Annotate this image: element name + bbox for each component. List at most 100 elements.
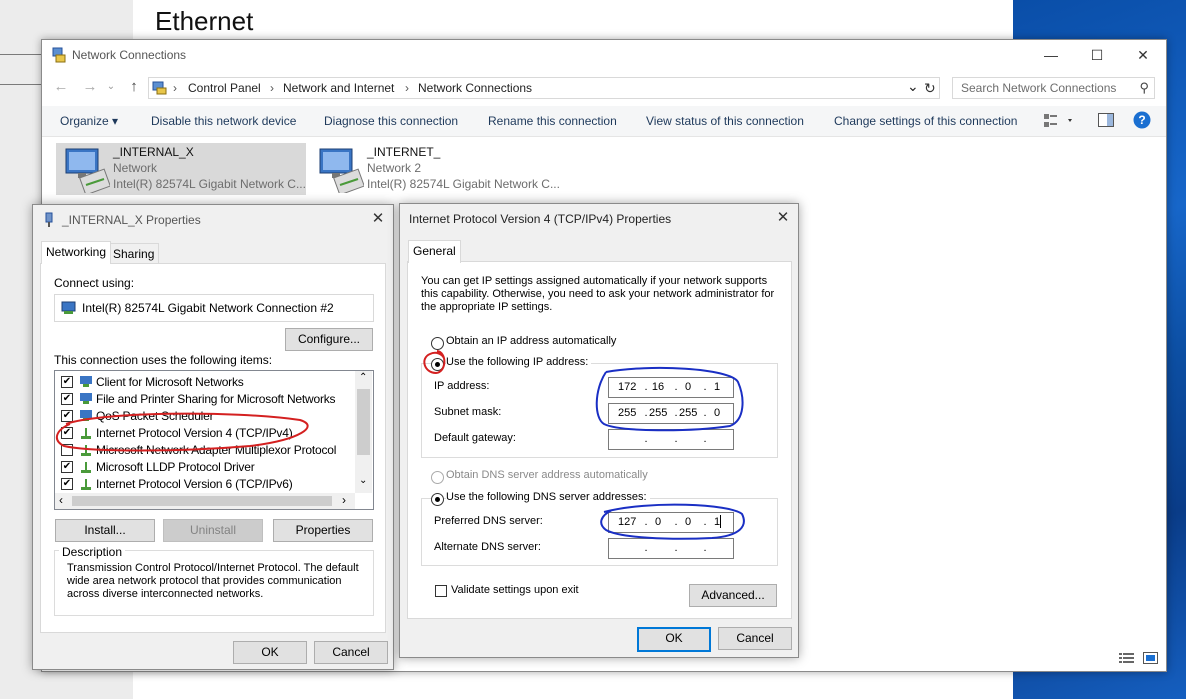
horizontal-scrollbar[interactable]: ‹ › bbox=[55, 493, 355, 509]
close-button[interactable]: ✕ bbox=[1120, 40, 1166, 70]
item-checkbox[interactable]: ✔ bbox=[61, 478, 73, 490]
item-checkbox[interactable]: ✔ bbox=[61, 410, 73, 422]
use-following-dns-radio[interactable] bbox=[431, 493, 444, 506]
item-checkbox[interactable]: ✔ bbox=[61, 376, 73, 388]
adapter-internal-x[interactable]: _INTERNAL_X Network Intel(R) 82574L Giga… bbox=[56, 143, 306, 196]
use-following-dns-label[interactable]: Use the following DNS server addresses: bbox=[446, 491, 650, 503]
item-checkbox[interactable]: ✔ bbox=[61, 393, 73, 405]
change-settings-button[interactable]: Change settings of this connection bbox=[834, 114, 1017, 128]
recent-chevron-icon[interactable]: ⌄ bbox=[100, 81, 122, 101]
view-status-button[interactable]: View status of this connection bbox=[646, 114, 804, 128]
alternate-dns-field[interactable]: . . . bbox=[608, 538, 734, 559]
breadcrumb-separator-icon: › bbox=[405, 81, 409, 95]
network-adapter-icon bbox=[314, 145, 365, 196]
control-panel-icon bbox=[152, 80, 168, 99]
obtain-dns-auto-label: Obtain DNS server address automatically bbox=[446, 469, 648, 481]
address-bar[interactable]: › Control Panel › Network and Internet ›… bbox=[148, 77, 940, 99]
octet: 1 bbox=[713, 516, 721, 528]
up-arrow-icon[interactable]: ↑ bbox=[123, 78, 145, 98]
connect-using-field: Intel(R) 82574L Gigabit Network Connecti… bbox=[54, 294, 374, 322]
breadcrumb-network-connections[interactable]: Network Connections bbox=[418, 81, 532, 95]
scroll-left-icon[interactable]: ‹ bbox=[59, 493, 63, 507]
obtain-ip-auto-radio[interactable] bbox=[431, 337, 444, 350]
item-label: File and Printer Sharing for Microsoft N… bbox=[96, 392, 336, 406]
adapter-device: Intel(R) 82574L Gigabit Network C... bbox=[367, 177, 560, 191]
use-following-ip-label[interactable]: Use the following IP address: bbox=[446, 356, 592, 368]
adapter-network: Network 2 bbox=[367, 161, 422, 175]
adapter-internet[interactable]: _INTERNET_ Network 2 Intel(R) 82574L Gig… bbox=[310, 143, 560, 196]
configure-button[interactable]: Configure... bbox=[285, 328, 373, 351]
details-view-icon[interactable] bbox=[1119, 652, 1135, 667]
items-label: This connection uses the following items… bbox=[54, 353, 273, 367]
ok-button[interactable]: OK bbox=[637, 627, 711, 652]
properties-button[interactable]: Properties bbox=[273, 519, 373, 542]
item-checkbox[interactable]: ✔ bbox=[61, 461, 73, 473]
octet-separator: . bbox=[703, 542, 707, 554]
octet-separator: . bbox=[644, 433, 648, 445]
close-button[interactable]: ✕ bbox=[366, 209, 390, 229]
alternate-dns-label: Alternate DNS server: bbox=[434, 541, 541, 553]
minimize-button[interactable]: — bbox=[1028, 40, 1074, 70]
scrollbar-thumb[interactable] bbox=[72, 496, 332, 506]
cancel-button[interactable]: Cancel bbox=[314, 641, 388, 664]
rename-button[interactable]: Rename this connection bbox=[488, 114, 617, 128]
vertical-scrollbar[interactable]: ⌃ ⌄ bbox=[355, 371, 372, 493]
breadcrumb-network-and-internet[interactable]: Network and Internet bbox=[283, 81, 394, 95]
breadcrumb-separator-icon: › bbox=[270, 81, 274, 95]
network-connections-icon bbox=[51, 47, 67, 66]
gateway-field[interactable]: . . . bbox=[608, 429, 734, 450]
description-text: Transmission Control Protocol/Internet P… bbox=[67, 562, 359, 600]
help-icon[interactable]: ? bbox=[1133, 111, 1151, 132]
cancel-button[interactable]: Cancel bbox=[718, 627, 792, 650]
octet: 0 bbox=[684, 516, 692, 528]
use-following-ip-radio[interactable] bbox=[431, 358, 444, 371]
protocol-icon bbox=[79, 477, 94, 494]
item-checkbox[interactable]: ✔ bbox=[61, 427, 73, 439]
validate-label[interactable]: Validate settings upon exit bbox=[451, 584, 579, 596]
tab-sharing[interactable]: Sharing bbox=[108, 243, 160, 264]
uninstall-button: Uninstall bbox=[163, 519, 263, 542]
forward-arrow-icon[interactable]: → bbox=[79, 78, 101, 98]
scroll-right-icon[interactable]: › bbox=[342, 493, 346, 507]
item-checkbox[interactable] bbox=[61, 444, 73, 456]
scroll-down-icon[interactable]: ⌄ bbox=[359, 475, 367, 486]
subnet-mask-field[interactable]: 255. 255. 255. 0 bbox=[608, 403, 734, 424]
search-input[interactable]: Search Network Connections ⚲ bbox=[952, 77, 1155, 99]
diagnose-button[interactable]: Diagnose this connection bbox=[324, 114, 458, 128]
view-options-icon[interactable] bbox=[1044, 113, 1074, 132]
close-button[interactable]: ✕ bbox=[771, 208, 795, 228]
maximize-button[interactable]: ☐ bbox=[1074, 40, 1120, 70]
breadcrumb-separator-icon: › bbox=[173, 81, 177, 95]
text-cursor bbox=[720, 515, 721, 528]
tab-networking[interactable]: Networking bbox=[41, 241, 112, 264]
obtain-ip-auto-label[interactable]: Obtain an IP address automatically bbox=[446, 335, 616, 347]
preferred-dns-label: Preferred DNS server: bbox=[434, 515, 543, 527]
preview-pane-icon[interactable] bbox=[1098, 113, 1114, 130]
tab-general[interactable]: General bbox=[408, 240, 461, 263]
adapter-properties-dialog: _INTERNAL_X Properties ✕ Networking Shar… bbox=[32, 204, 394, 670]
svg-text:?: ? bbox=[1138, 113, 1145, 127]
title-bar[interactable]: Network Connections — ☐ ✕ bbox=[42, 40, 1166, 70]
validate-checkbox[interactable] bbox=[435, 585, 447, 597]
preferred-dns-field[interactable]: 127. 0. 0. 1 bbox=[608, 512, 734, 533]
ip-address-field[interactable]: 172. 16. 0. 1 bbox=[608, 377, 734, 398]
advanced-button[interactable]: Advanced... bbox=[689, 584, 777, 607]
scrollbar-thumb[interactable] bbox=[357, 389, 370, 455]
ok-button[interactable]: OK bbox=[233, 641, 307, 664]
organize-menu[interactable]: Organize ▾ bbox=[60, 114, 118, 128]
back-arrow-icon[interactable]: ← bbox=[50, 78, 72, 98]
octet: 255 bbox=[679, 407, 698, 419]
network-adapter-icon bbox=[60, 145, 111, 196]
items-list: ✔ Client for Microsoft Networks ✔ File a… bbox=[54, 370, 374, 510]
octet: 0 bbox=[713, 407, 721, 419]
address-dropdown-icon[interactable]: ⌄ bbox=[907, 78, 919, 95]
obtain-dns-auto-radio bbox=[431, 471, 444, 484]
disable-device-button[interactable]: Disable this network device bbox=[151, 114, 296, 128]
refresh-icon[interactable]: ↻ bbox=[924, 80, 936, 97]
breadcrumb-control-panel[interactable]: Control Panel bbox=[188, 81, 261, 95]
network-card-icon bbox=[61, 301, 77, 318]
scroll-up-icon[interactable]: ⌃ bbox=[359, 372, 367, 383]
large-icons-view-icon[interactable] bbox=[1143, 652, 1158, 667]
install-button[interactable]: Install... bbox=[55, 519, 155, 542]
search-icon[interactable]: ⚲ bbox=[1139, 80, 1149, 96]
